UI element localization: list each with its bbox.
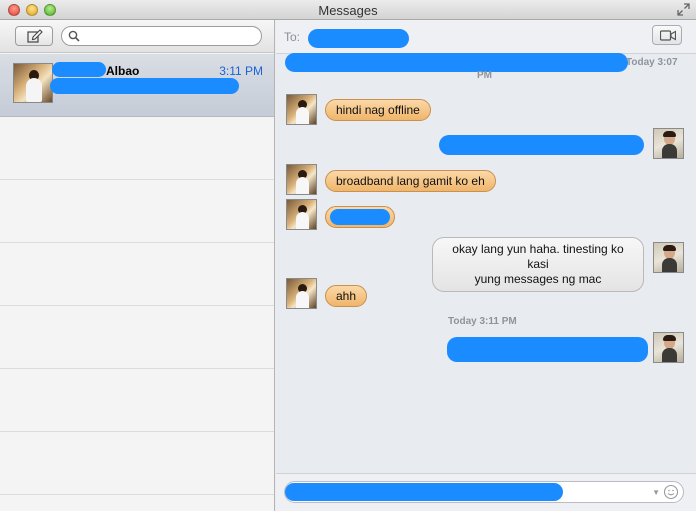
message-input[interactable]: ▼ bbox=[284, 481, 684, 503]
avatar bbox=[286, 94, 317, 125]
video-call-button[interactable] bbox=[652, 25, 682, 45]
compose-icon bbox=[27, 29, 43, 43]
search-input[interactable] bbox=[84, 29, 254, 43]
avatar bbox=[653, 242, 684, 273]
avatar bbox=[286, 199, 317, 230]
empty-list-row bbox=[0, 243, 274, 306]
incoming-message: hindi nag offline bbox=[325, 99, 431, 121]
message-line: okay lang yun haha. tinesting ko kasi bbox=[452, 242, 624, 271]
redacted-preview bbox=[50, 78, 239, 94]
avatar bbox=[653, 128, 684, 159]
conversation-time: 3:11 PM bbox=[219, 64, 263, 78]
redacted-text bbox=[285, 53, 628, 72]
avatar bbox=[286, 278, 317, 309]
redacted-text bbox=[330, 209, 390, 225]
window-title: Messages bbox=[318, 3, 378, 18]
redacted-name bbox=[52, 62, 106, 77]
search-field[interactable] bbox=[61, 26, 262, 46]
avatar bbox=[653, 332, 684, 363]
empty-list-row bbox=[0, 180, 274, 243]
outgoing-message bbox=[439, 135, 644, 155]
to-label: To: bbox=[284, 30, 301, 44]
emoji-icon[interactable] bbox=[663, 484, 679, 500]
compose-button[interactable] bbox=[15, 26, 53, 46]
empty-list-row bbox=[0, 117, 274, 180]
avatar bbox=[13, 63, 53, 103]
incoming-message: broadband lang gamit ko eh bbox=[325, 170, 496, 192]
conversation-name: Albao bbox=[106, 64, 140, 78]
title-bar: Messages bbox=[0, 0, 696, 20]
chevron-down-icon[interactable]: ▼ bbox=[652, 488, 660, 497]
timestamp: Today 3:11 PM bbox=[448, 316, 517, 327]
conversation-sidebar: Albao 3:11 PM bbox=[0, 20, 275, 511]
chat-panel: To: Today 3:07 PM hindi nag offline broa… bbox=[276, 20, 696, 511]
conversation-list: Albao 3:11 PM bbox=[0, 54, 274, 495]
sidebar-toolbar bbox=[0, 20, 274, 53]
empty-list-row bbox=[0, 432, 274, 495]
fullscreen-icon[interactable] bbox=[677, 3, 690, 16]
video-camera-icon bbox=[660, 30, 676, 41]
redacted-recipient[interactable] bbox=[308, 29, 409, 48]
incoming-message: ahh bbox=[325, 285, 368, 307]
search-icon bbox=[68, 30, 80, 42]
timestamp: PM bbox=[477, 70, 492, 81]
recipient-bar: To: bbox=[276, 20, 696, 54]
messages-window: Messages Albao 3:11 PM To: Today 3:07 PM… bbox=[0, 0, 696, 511]
message-input-bar: ▼ bbox=[276, 473, 696, 511]
avatar bbox=[286, 164, 317, 195]
empty-list-row bbox=[0, 369, 274, 432]
message-line: yung messages ng mac bbox=[474, 272, 602, 286]
redacted-text bbox=[285, 483, 563, 501]
outgoing-message bbox=[447, 337, 648, 362]
incoming-message bbox=[325, 206, 395, 228]
outgoing-message: okay lang yun haha. tinesting ko kasi yu… bbox=[432, 237, 644, 292]
empty-list-row bbox=[0, 306, 274, 369]
conversation-item[interactable]: Albao 3:11 PM bbox=[0, 54, 274, 117]
timestamp: Today 3:07 bbox=[626, 57, 678, 68]
